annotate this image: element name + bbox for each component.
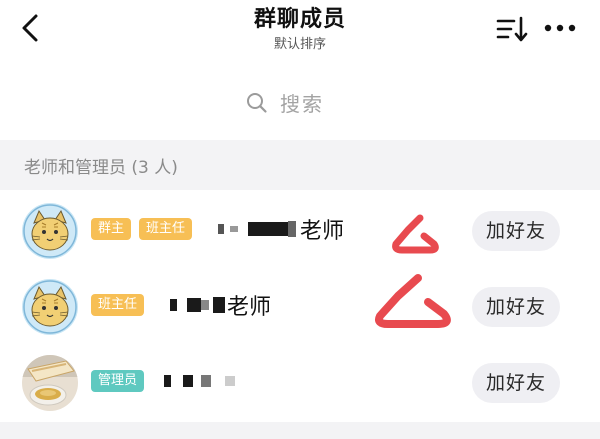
- member-badges: 管理员: [91, 370, 152, 392]
- search-icon: [247, 92, 267, 113]
- search-field[interactable]: 搜索: [246, 88, 324, 117]
- section-label-cutoff: [22, 428, 82, 439]
- section-header-admins: 老师和管理员 (3 人): [0, 140, 600, 190]
- badge-head-teacher: 班主任: [139, 218, 193, 240]
- member-name: 老师: [170, 288, 271, 322]
- member-row[interactable]: 群主 班主任 老师 加好友: [0, 192, 600, 268]
- search-bar[interactable]: 搜索: [0, 74, 600, 130]
- member-name: 老师: [218, 212, 344, 246]
- member-row[interactable]: 班主任 老师 加好友: [0, 268, 600, 344]
- search-placeholder: 搜索: [280, 92, 324, 116]
- sort-button[interactable]: [494, 12, 530, 46]
- section-header-members: [0, 422, 600, 439]
- member-name-suffix: 老师: [300, 219, 345, 244]
- section-label: 老师和管理员 (3 人): [24, 158, 178, 178]
- more-dots-icon: [544, 24, 576, 32]
- add-friend-button[interactable]: 加好友: [472, 363, 560, 403]
- red-scissor-mark: [375, 274, 451, 328]
- add-friend-button[interactable]: 加好友: [472, 211, 560, 251]
- member-name-suffix: 老师: [227, 295, 272, 320]
- top-bar: 群聊成员 默认排序: [0, 0, 600, 62]
- avatar[interactable]: [22, 355, 78, 411]
- cat-avatar-icon: [22, 203, 78, 259]
- redacted-name: [164, 375, 235, 387]
- red-scissor-mark: [392, 214, 439, 254]
- sort-mode-label[interactable]: 默认排序: [200, 36, 400, 54]
- food-photo-icon: [22, 355, 78, 411]
- chevron-left-icon: [22, 14, 38, 42]
- add-friend-button[interactable]: 加好友: [472, 287, 560, 327]
- redacted-name: [170, 297, 225, 313]
- member-badges: 群主 班主任: [91, 218, 200, 240]
- sort-icon: [496, 16, 528, 42]
- title-block: 群聊成员 默认排序: [200, 6, 400, 54]
- avatar[interactable]: [22, 203, 78, 259]
- member-badges: 班主任: [91, 294, 152, 316]
- member-row[interactable]: 管理员 加好友: [0, 344, 600, 420]
- redacted-name: [218, 221, 296, 237]
- badge-head-teacher: 班主任: [91, 294, 145, 316]
- badge-group-owner: 群主: [91, 218, 132, 240]
- member-name: [164, 364, 235, 398]
- badge-admin: 管理员: [91, 370, 145, 392]
- more-button[interactable]: [540, 12, 580, 46]
- page-title: 群聊成员: [253, 7, 346, 32]
- cat-avatar-icon: [22, 279, 78, 335]
- avatar[interactable]: [22, 279, 78, 335]
- back-button[interactable]: [14, 8, 50, 48]
